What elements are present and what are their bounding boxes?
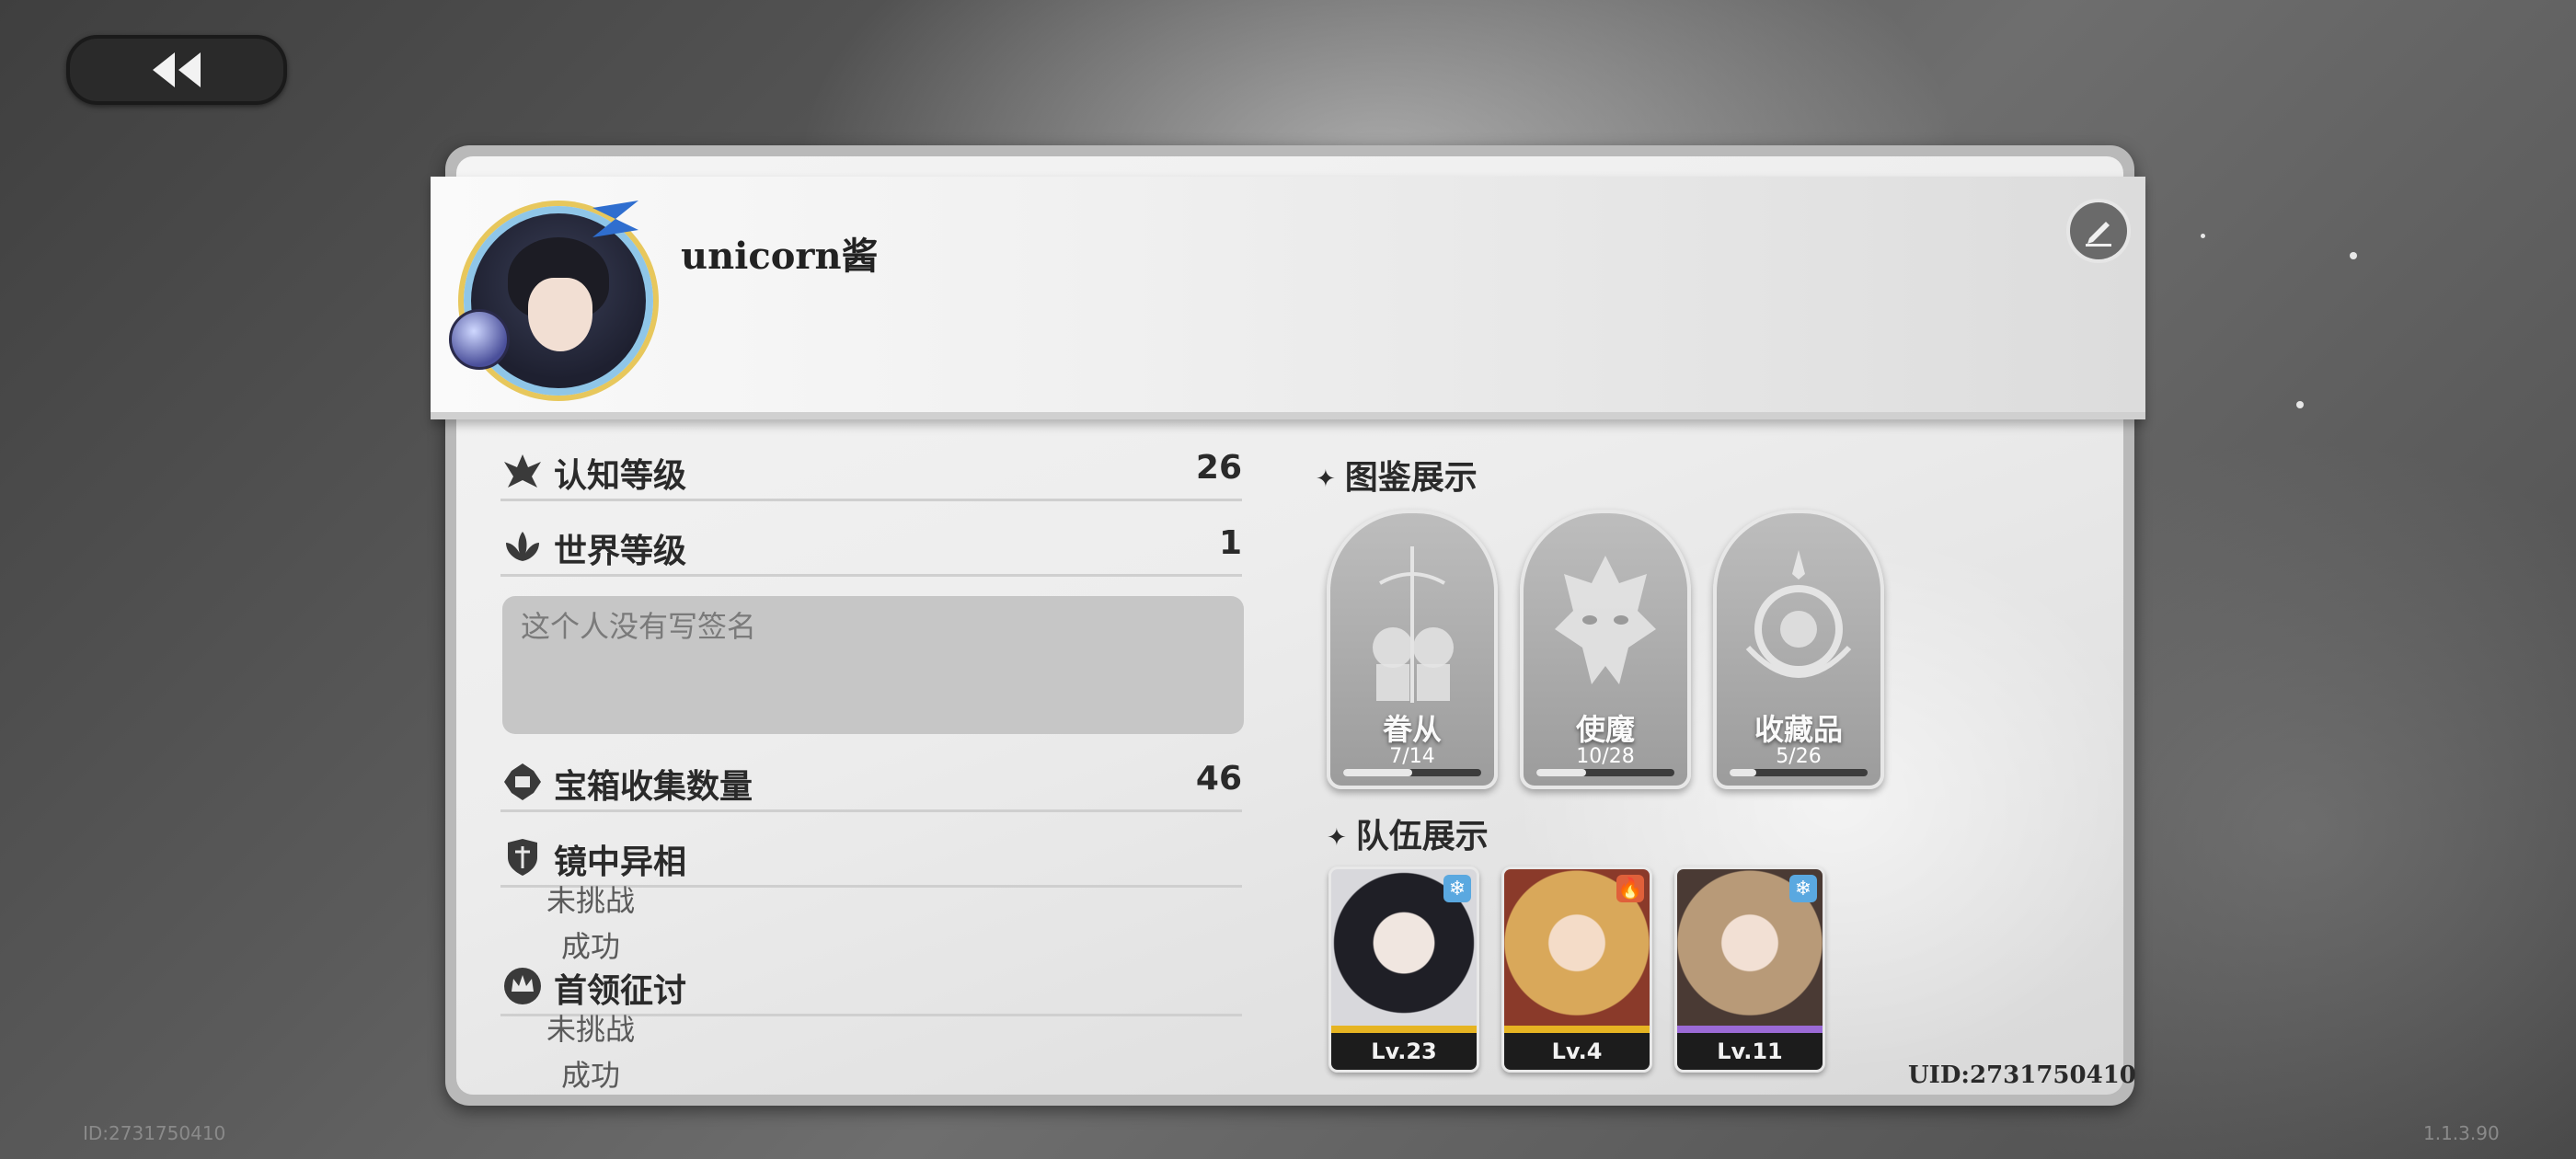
- boss-status-text: 未挑战: [546, 1012, 636, 1047]
- archive-progress-fill: [1343, 769, 1412, 776]
- archive-count: 7/14: [1389, 745, 1435, 768]
- stat-label: 镜中异相: [554, 843, 687, 881]
- stat-cognition-level: 认知等级 26: [500, 443, 1242, 501]
- ice-element-icon: ❄: [1789, 875, 1817, 902]
- footer-version: 1.1.3.90: [2423, 1122, 2500, 1144]
- edit-profile-button[interactable]: [2066, 199, 2131, 263]
- footer-player-id: ID:2731750410: [83, 1122, 226, 1144]
- archive-label: 收藏品: [1754, 712, 1843, 747]
- archive-progress-bar: [1536, 769, 1674, 776]
- archive-progress-fill: [1730, 769, 1756, 776]
- team-member-card[interactable]: ❄ Lv.23: [1328, 866, 1479, 1073]
- member-level: Lv.23: [1331, 1033, 1477, 1070]
- lotus-icon: [506, 532, 539, 561]
- sparkle-decoration: [2296, 401, 2304, 408]
- beast-mask-icon: [1555, 556, 1656, 684]
- member-level: Lv.4: [1504, 1033, 1650, 1070]
- signature-field[interactable]: 这个人没有写签名: [502, 596, 1244, 734]
- stat-label: 宝箱收集数量: [554, 768, 753, 806]
- chest-emblem-icon: [504, 763, 541, 800]
- stat-value: 1: [1218, 524, 1242, 562]
- fire-element-icon: 🔥: [1616, 875, 1644, 902]
- team-section-title: ✦ 队伍展示: [1327, 818, 1489, 855]
- archive-progress-bar: [1343, 769, 1481, 776]
- pen-edit-icon: [2086, 222, 2111, 247]
- signature-placeholder: 这个人没有写签名: [521, 609, 757, 644]
- double-chevron-left-icon: [153, 52, 201, 87]
- archive-label: 眷从: [1382, 712, 1442, 747]
- stat-chest-count: 宝箱收集数量 46: [500, 754, 1242, 812]
- archive-card-followers[interactable]: 眷从 7/14: [1327, 510, 1498, 789]
- four-point-star-icon: ✦: [1316, 465, 1336, 493]
- stat-label: 首领征讨: [554, 972, 687, 1010]
- wing-crest-icon: [504, 454, 541, 488]
- archive-count: 10/28: [1576, 745, 1635, 768]
- avatar-frame-orb: [449, 309, 510, 370]
- archive-label: 使魔: [1575, 712, 1635, 747]
- team-member-card[interactable]: ❄ Lv.11: [1674, 866, 1825, 1073]
- profile-header: [431, 177, 2145, 419]
- boss-result-text: 成功: [561, 1058, 621, 1093]
- avatar[interactable]: [464, 206, 653, 396]
- follower-emblem-icon: [1373, 546, 1454, 703]
- archive-progress-bar: [1730, 769, 1868, 776]
- crest-emblem-icon: [1745, 550, 1852, 678]
- team-member-card[interactable]: 🔥 Lv.4: [1501, 866, 1652, 1073]
- stat-label: 世界等级: [554, 533, 687, 570]
- stat-label: 认知等级: [554, 457, 687, 495]
- back-button[interactable]: [66, 35, 287, 105]
- rarity-stripe: [1331, 1026, 1477, 1033]
- crown-emblem-icon: [504, 968, 541, 1004]
- stat-world-level: 世界等级 1: [500, 519, 1242, 577]
- archive-progress-fill: [1536, 769, 1586, 776]
- stat-value: 46: [1195, 760, 1242, 798]
- rarity-stripe: [1504, 1026, 1650, 1033]
- archive-card-collectibles[interactable]: 收藏品 5/26: [1713, 510, 1884, 789]
- archive-count: 5/26: [1776, 745, 1822, 768]
- archive-section-title: ✦ 图鉴展示: [1316, 459, 1478, 497]
- mirror-status-text: 未挑战: [546, 883, 636, 918]
- sparkle-decoration: [2350, 252, 2357, 259]
- four-point-star-icon: ✦: [1327, 824, 1347, 852]
- archive-card-familiars[interactable]: 使魔 10/28: [1520, 510, 1691, 789]
- avatar-face: [528, 278, 592, 351]
- rarity-stripe: [1677, 1026, 1823, 1033]
- sparkle-decoration: [2201, 234, 2205, 238]
- shield-crest-icon: [508, 839, 537, 876]
- ice-element-icon: ❄: [1443, 875, 1471, 902]
- uid-label: UID:2731750410: [1908, 1061, 2136, 1089]
- username: unicorn酱: [681, 235, 879, 278]
- member-level: Lv.11: [1677, 1033, 1823, 1070]
- stat-value: 26: [1195, 449, 1242, 487]
